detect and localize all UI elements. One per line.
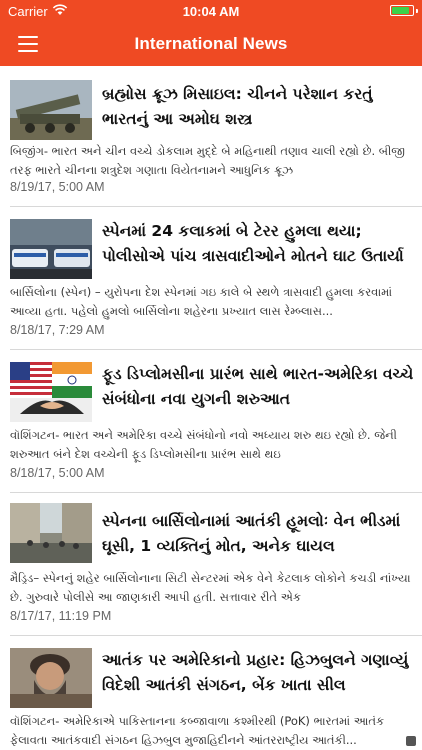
barcelona-street-image [10, 503, 92, 563]
news-headline[interactable]: સ્પેનમાં 24 કલાકમાં બે ટેરર હુમલા થયા; પ… [102, 219, 414, 269]
navigation-bar: International News [0, 22, 422, 66]
news-summary: બાર્સિલોના (સ્પેન) – યુરોપના દેશ સ્પેનમા… [10, 285, 393, 318]
battery-tip [416, 9, 418, 13]
us-india-flags-handshake-image [10, 362, 92, 422]
clock: 10:04 AM [182, 4, 240, 19]
news-item[interactable]: આતંક પર અમેરિકાનો પ્રહાર: હિઝબુલને ગણાવ્… [0, 636, 422, 750]
news-summary: વૉશિંગટન- ભારત અને અમેરિકા વચ્ચે સંબંધોન… [10, 428, 397, 461]
news-item[interactable]: સ્પેનમાં 24 કલાકમાં બે ટેરર હુમલા થયા; પ… [0, 207, 422, 350]
news-timestamp: 8/19/17, 5:00 AM [10, 180, 105, 194]
news-timestamp: 8/17/17, 11:19 PM [10, 609, 112, 623]
missile-launch-image [10, 80, 92, 140]
police-cars-image [10, 219, 92, 279]
bearded-man-portrait-image [10, 648, 92, 708]
news-headline[interactable]: ફૂડ ડિપ્લોમસીના પ્રારંભ સાથે ભારત-અમેરિક… [102, 362, 414, 412]
news-headline[interactable]: બ્રહ્મોસ ક્રૂઝ મિસાઇલ: ચીનને પરેશાન કરતુ… [102, 82, 414, 132]
news-summary: બિજીંગ- ભારત અને ચીન વચ્ચે ડોકલામ મુદ્દે… [10, 144, 405, 177]
news-summary: મૈડ્રિડ– સ્પેનનું શહેર બાર્સિલોનાના સિટી… [10, 571, 411, 604]
battery-icon [390, 5, 414, 16]
news-summary: વૉશિંગટન- અમેરિકાએ પાકિસ્તાનના કબ્જાવાળા… [10, 714, 385, 747]
news-item[interactable]: સ્પેનના બાર્સિલોનામાં આતંકી હૂમલોઃ વેન ભ… [0, 493, 422, 636]
news-timestamp: 8/18/17, 5:00 AM [10, 466, 105, 480]
news-item[interactable]: બ્રહ્મોસ ક્રૂઝ મિસાઇલ: ચીનને પરેશાન કરતુ… [0, 66, 422, 207]
scroll-indicator[interactable] [406, 736, 416, 746]
news-headline[interactable]: સ્પેનના બાર્સિલોનામાં આતંકી હૂમલોઃ વેન ભ… [102, 509, 414, 559]
status-bar: Carrier 10:04 AM [0, 0, 422, 22]
news-list[interactable]: બ્રહ્મોસ ક્રૂઝ મિસાઇલ: ચીનને પરેશાન કરતુ… [0, 66, 422, 750]
news-item[interactable]: ફૂડ ડિપ્લોમસીના પ્રારંભ સાથે ભારત-અમેરિક… [0, 350, 422, 493]
page-title: International News [134, 34, 288, 53]
battery-level-fill [392, 7, 409, 14]
news-timestamp: 8/18/17, 7:29 AM [10, 323, 105, 337]
news-headline[interactable]: આતંક પર અમેરિકાનો પ્રહાર: હિઝબુલને ગણાવ્… [102, 648, 414, 698]
